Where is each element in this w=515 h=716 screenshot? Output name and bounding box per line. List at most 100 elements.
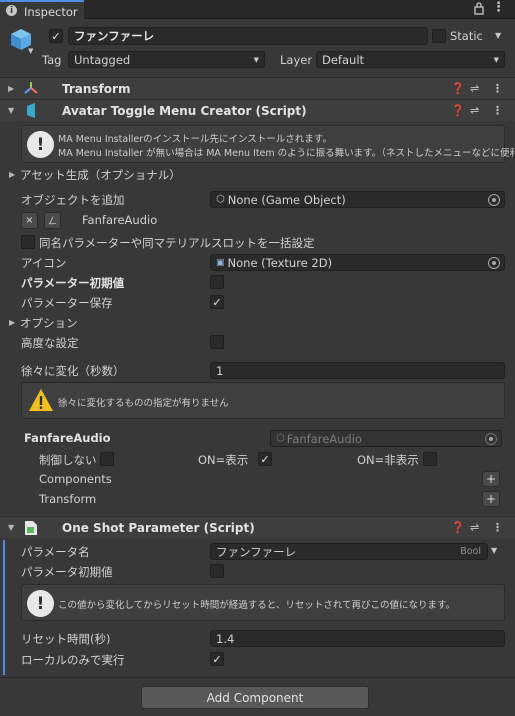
bulk-checkbox[interactable]: [21, 235, 35, 249]
toggle-creator-title: Avatar Toggle Menu Creator (Script): [62, 103, 307, 118]
context-menu-icon[interactable]: ⋮: [492, 104, 503, 117]
bulk-label: 同名パラメーターや同マテリアルスロットを一括設定: [39, 236, 315, 250]
local-only-label: ローカルのみで実行: [21, 653, 125, 667]
layer-label: Layer: [280, 53, 313, 67]
foldout-arrow-icon[interactable]: ▼: [8, 523, 14, 532]
help-icon[interactable]: ❓: [451, 104, 465, 117]
remove-button[interactable]: ×: [21, 212, 38, 229]
add-transform-button[interactable]: +: [482, 491, 500, 507]
icon-dropdown-arrow[interactable]: ▼: [28, 47, 33, 55]
foldout-arrow-icon[interactable]: ▶: [9, 170, 15, 179]
edit-button[interactable]: ㄥ: [44, 212, 61, 229]
options-foldout[interactable]: オプション: [20, 315, 78, 331]
uncontrolled-label: 制御しない: [39, 453, 97, 467]
object-picker-icon: [485, 433, 497, 445]
info-icon: !: [27, 590, 54, 617]
oneshot-title: One Shot Parameter (Script): [62, 520, 255, 535]
help-icon[interactable]: ❓: [451, 82, 465, 95]
icon-label: アイコン: [21, 256, 67, 270]
on-hide-label: ON=非表示: [357, 453, 419, 467]
transform-title: Transform: [62, 81, 131, 96]
add-object-label: オブジェクトを追加: [21, 193, 125, 207]
tab-label: Inspector: [24, 5, 78, 19]
reset-time-field[interactable]: 1.4: [210, 630, 505, 647]
components-label: Components: [39, 472, 112, 486]
object-entry-ref: ⬡ FanfareAudio: [270, 430, 502, 447]
toggle-creator-header[interactable]: ▼ Avatar Toggle Menu Creator (Script) ❓ …: [0, 99, 515, 121]
oneshot-param-default-checkbox[interactable]: [210, 564, 224, 578]
static-checkbox[interactable]: [432, 29, 446, 43]
oneshot-info-text: この値から変化してからリセット時間が経過すると、リセットされて再びこの値になりま…: [58, 600, 456, 611]
tag-dropdown[interactable]: Untagged ▼: [68, 51, 265, 68]
oneshot-info-helpbox: ! この値から変化してからリセット時間が経過すると、リセットされて再びこの値にな…: [21, 584, 505, 621]
transform-header[interactable]: ▶ Transform ❓ ⇌ ⋮: [0, 77, 515, 99]
object-picker-icon[interactable]: [488, 257, 500, 269]
preset-icon[interactable]: ⇌: [470, 104, 479, 117]
chevron-down-icon: ▼: [493, 55, 499, 64]
transition-label: 徐々に変化（秒数）: [21, 364, 125, 378]
info-icon: i: [6, 5, 17, 16]
on-show-checkbox[interactable]: ✓: [258, 452, 272, 466]
context-menu-icon[interactable]: ⋮: [492, 521, 503, 534]
advanced-label: 高度な設定: [21, 336, 79, 350]
param-save-checkbox[interactable]: ✓: [210, 295, 224, 309]
foldout-arrow-icon[interactable]: ▶: [8, 84, 14, 93]
tab-inspector[interactable]: i Inspector: [0, 0, 84, 20]
param-dropdown-arrow[interactable]: ▼: [491, 546, 497, 555]
foldout-arrow-icon[interactable]: ▶: [9, 318, 15, 327]
object-picker-icon[interactable]: [488, 194, 500, 206]
transition-field[interactable]: 1: [210, 362, 505, 379]
add-components-button[interactable]: +: [482, 471, 500, 487]
param-save-label: パラメーター保存: [21, 296, 113, 310]
on-show-label: ON=表示: [198, 453, 249, 467]
on-hide-checkbox[interactable]: [423, 452, 437, 466]
param-type: Bool: [460, 546, 481, 557]
static-dropdown-arrow[interactable]: ▼: [495, 31, 501, 40]
uncontrolled-checkbox[interactable]: [100, 452, 114, 466]
active-checkbox[interactable]: ✓: [49, 29, 63, 43]
add-component-button[interactable]: Add Component: [141, 686, 369, 709]
object-entry-name: FanfareAudio: [24, 431, 111, 445]
param-default-checkbox[interactable]: [210, 275, 224, 289]
warning-text: 徐々に変化するものの指定が有りません: [58, 398, 229, 409]
tag-label: Tag: [42, 53, 62, 67]
gameobject-small-icon: ⬡: [276, 433, 285, 444]
script-file-icon: [24, 520, 38, 536]
asset-gen-foldout[interactable]: アセット生成（オプショナル）: [20, 167, 181, 183]
warning-icon: [28, 388, 54, 412]
context-menu-icon[interactable]: ⋮: [492, 82, 503, 95]
foldout-arrow-icon[interactable]: ▼: [8, 106, 14, 115]
divider: [0, 677, 515, 678]
oneshot-header[interactable]: ▼ One Shot Parameter (Script) ❓ ⇌ ⋮: [0, 516, 515, 538]
chevron-down-icon: ▼: [253, 55, 259, 64]
object-name-field[interactable]: ファンファーレ: [68, 27, 428, 45]
param-name-label: パラメータ名: [21, 545, 90, 559]
kebab-menu-icon[interactable]: ⋮: [492, 0, 505, 16]
local-only-checkbox[interactable]: ✓: [210, 652, 224, 666]
preset-icon[interactable]: ⇌: [470, 521, 479, 534]
info-line-1: MA Menu Installerのインストール先にインストールされます。: [58, 134, 332, 145]
script-icon: [24, 103, 38, 118]
preset-icon[interactable]: ⇌: [470, 82, 479, 95]
gameobject-small-icon: ⬡: [216, 194, 225, 205]
add-object-field[interactable]: ⬡ None (Game Object): [210, 191, 505, 208]
param-name-field[interactable]: ファンファーレ Bool: [210, 543, 488, 560]
static-label: Static: [450, 29, 483, 43]
advanced-checkbox[interactable]: [210, 335, 224, 349]
transform-icon: [24, 81, 38, 95]
layer-dropdown[interactable]: Default ▼: [316, 51, 505, 68]
warning-helpbox: 徐々に変化するものの指定が有りません: [21, 382, 505, 419]
oneshot-param-default-label: パラメータ初期値: [21, 565, 113, 579]
target-name: FanfareAudio: [82, 213, 158, 227]
transform-label: Transform: [39, 492, 97, 506]
reset-time-label: リセット時間(秒): [21, 632, 111, 646]
texture-icon: ▣: [216, 257, 225, 268]
help-icon[interactable]: ❓: [451, 521, 465, 534]
param-default-label: パラメーター初期値: [21, 276, 125, 290]
lock-icon[interactable]: [473, 1, 485, 15]
icon-field[interactable]: ▣ None (Texture 2D): [210, 254, 505, 271]
info-line-2: MA Menu Installer が無い場合は MA Menu Item のよ…: [58, 148, 515, 159]
section-accent-bar: [3, 540, 5, 675]
info-icon: !: [27, 131, 54, 158]
info-helpbox: ! MA Menu Installerのインストール先にインストールされます。 …: [21, 125, 515, 163]
